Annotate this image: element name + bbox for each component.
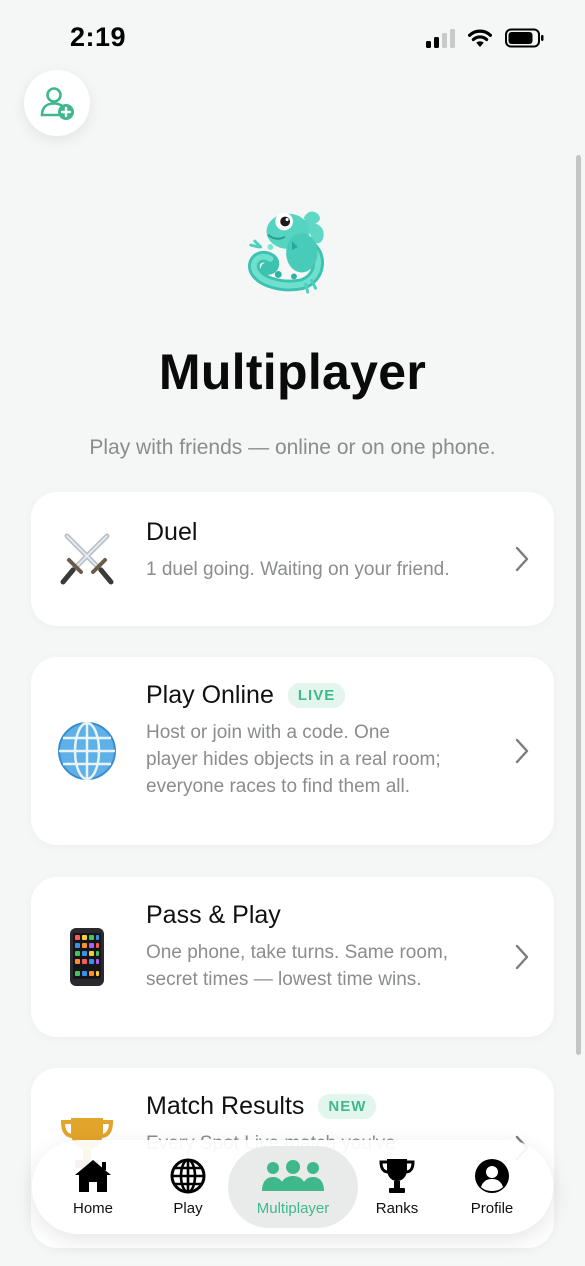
- chevron-right-icon: [515, 546, 529, 572]
- tab-label: Play: [173, 1199, 203, 1217]
- tab-label: Profile: [470, 1199, 514, 1217]
- status-icons: [426, 28, 545, 48]
- globe-icon: [57, 721, 117, 781]
- new-badge: NEW: [318, 1094, 377, 1119]
- person-add-icon: [40, 87, 74, 120]
- card-description: One phone, take turns. Same room, secret…: [146, 942, 449, 990]
- card-title: Duel: [146, 518, 198, 546]
- chevron-right-icon: [515, 738, 529, 764]
- chameleon-mascot-icon: [248, 211, 324, 294]
- phone-icon: [57, 927, 117, 987]
- tab-bar: Home Play Multiplayer Ranks Profile: [32, 1140, 553, 1234]
- card-description: Host or join with a code. One player hid…: [146, 722, 441, 797]
- tab-play[interactable]: Play: [144, 1146, 232, 1228]
- tab-ranks[interactable]: Ranks: [354, 1146, 440, 1228]
- home-icon: [73, 1158, 113, 1194]
- tab-home[interactable]: Home: [42, 1146, 144, 1228]
- group-icon: [260, 1158, 326, 1194]
- add-friend-button[interactable]: [24, 70, 90, 136]
- tab-label: Home: [72, 1199, 113, 1217]
- pass-and-play-card[interactable]: Pass & Play One phone, take turns. Same …: [31, 877, 554, 1037]
- tab-label: Ranks: [375, 1199, 419, 1217]
- card-description: 1 duel going. Waiting on your friend.: [146, 559, 450, 580]
- trophy-icon: [379, 1158, 415, 1194]
- crossed-swords-icon: [57, 528, 117, 588]
- chevron-right-icon: [515, 944, 529, 970]
- battery-icon: [505, 28, 544, 48]
- card-title: Match Results: [146, 1092, 305, 1120]
- play-online-card[interactable]: Play Online LIVE Host or join with a cod…: [31, 657, 554, 845]
- globe-icon: [170, 1158, 206, 1194]
- scroll-indicator[interactable]: [576, 155, 581, 1055]
- card-title: Play Online: [146, 681, 274, 709]
- wifi-icon: [468, 29, 492, 47]
- tab-label: Multiplayer: [256, 1199, 330, 1217]
- tab-profile[interactable]: Profile: [444, 1146, 540, 1228]
- card-title: Pass & Play: [146, 901, 281, 929]
- status-time: 2:19: [70, 22, 127, 52]
- live-badge: LIVE: [287, 683, 346, 708]
- cellular-signal-icon: [426, 28, 455, 48]
- duel-card[interactable]: Duel 1 duel going. Waiting on your frien…: [31, 492, 554, 626]
- profile-icon: [474, 1158, 510, 1194]
- page-subtitle: Play with friends — online or on one pho…: [89, 436, 496, 459]
- multiplayer-screen: 2:19 Multiplayer Play with friends — onl…: [0, 0, 585, 1266]
- page-title: Multiplayer: [158, 344, 427, 400]
- status-bar: 2:19: [0, 0, 585, 78]
- tab-multiplayer[interactable]: Multiplayer: [228, 1146, 358, 1228]
